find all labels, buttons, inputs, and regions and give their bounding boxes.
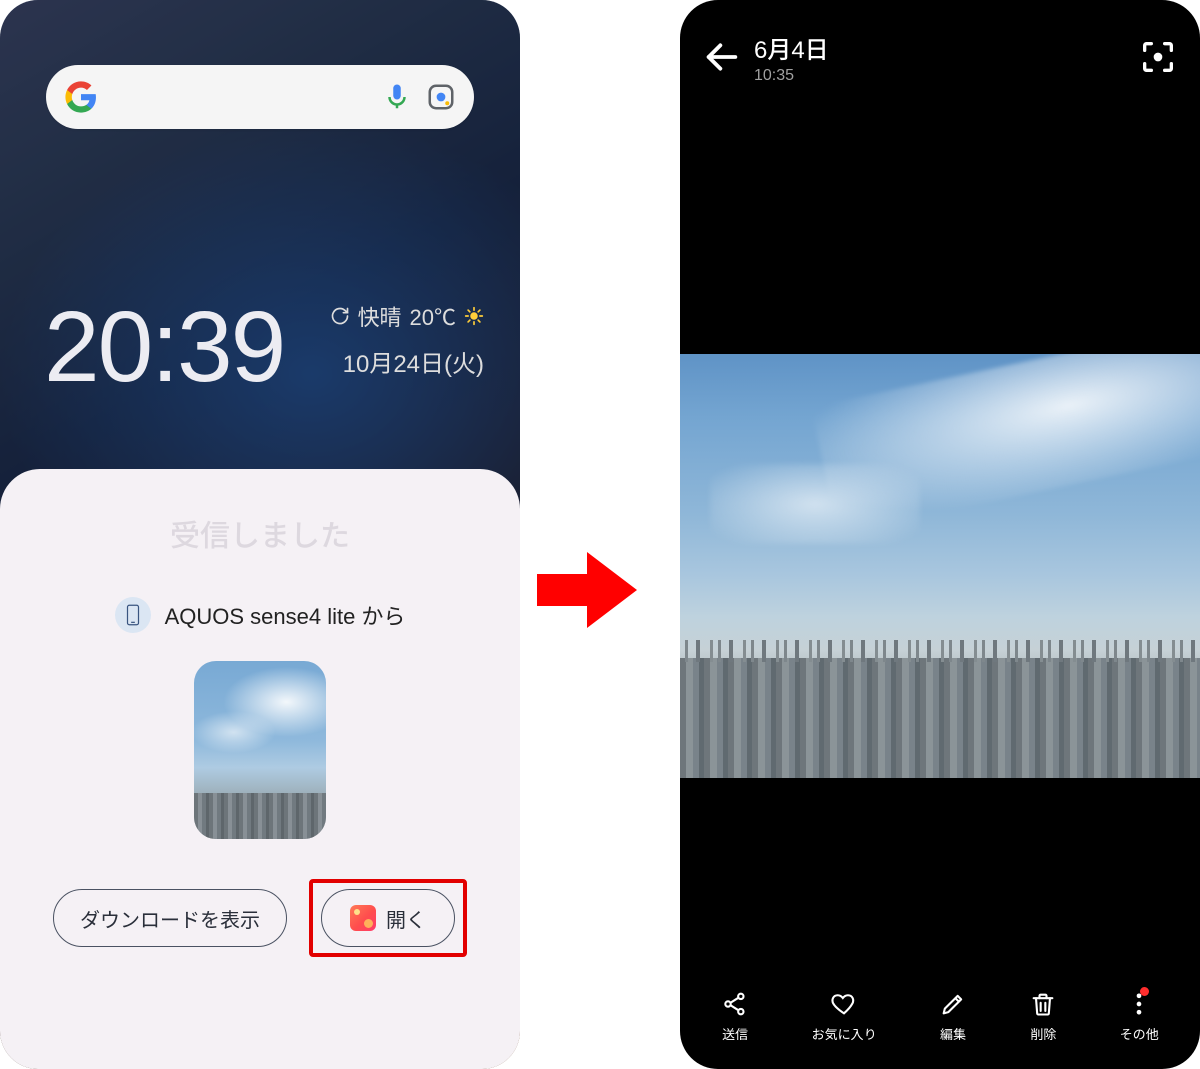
action-more[interactable]: その他 (1120, 990, 1159, 1043)
voice-search-icon[interactable] (382, 82, 412, 112)
gallery-app-icon (350, 905, 376, 931)
refresh-icon (330, 306, 350, 326)
open-button[interactable]: 開く (321, 889, 455, 947)
notification-dot (1140, 987, 1149, 996)
action-delete-label: 削除 (1030, 1024, 1056, 1043)
action-edit-label: 編集 (940, 1024, 966, 1043)
clock-time: 20:39 (44, 290, 284, 405)
google-logo-icon (64, 80, 98, 114)
received-image-thumbnail[interactable] (194, 661, 326, 839)
weather-label: 快晴 (358, 300, 402, 332)
phone-right-gallery-viewer: 6月4日 10:35 送信 お気に入り 編集 削除 その他 (680, 0, 1200, 1069)
action-more-label: その他 (1120, 1024, 1159, 1043)
highlight-open-button: 開く (309, 879, 467, 957)
transition-arrow (537, 548, 637, 632)
action-delete[interactable]: 削除 (1029, 990, 1057, 1043)
lens-scan-button[interactable] (1138, 37, 1178, 77)
weather-widget[interactable]: 快晴 20℃ 10月24日(火) (330, 300, 485, 379)
photo-cityscape (680, 658, 1200, 778)
show-downloads-button[interactable]: ダウンロードを表示 (53, 889, 287, 947)
device-icon (115, 597, 151, 633)
sheet-title: 受信しました (0, 511, 520, 555)
action-edit[interactable]: 編集 (939, 990, 967, 1043)
photo-date: 6月4日 (754, 30, 829, 65)
back-button[interactable] (702, 37, 742, 77)
viewer-bottom-bar: 送信 お気に入り 編集 削除 その他 (680, 981, 1200, 1051)
weather-temp: 20℃ (410, 300, 456, 332)
sender-row: AQUOS sense4 lite から (0, 597, 520, 633)
sender-device-label: AQUOS sense4 lite から (165, 599, 406, 631)
photo-time: 10:35 (754, 67, 829, 85)
action-favorite[interactable]: お気に入り (812, 990, 877, 1043)
google-search-bar[interactable] (46, 65, 474, 129)
action-send[interactable]: 送信 (721, 990, 749, 1043)
sun-icon (464, 306, 484, 326)
date-label: 10月24日(火) (330, 344, 485, 379)
open-button-label: 開く (386, 904, 426, 933)
photo-content[interactable] (680, 354, 1200, 778)
action-favorite-label: お気に入り (812, 1024, 877, 1043)
phone-left-homescreen: 20:39 快晴 20℃ 10月24日(火) 受信しました AQUOS sen (0, 0, 520, 1069)
google-lens-icon[interactable] (426, 82, 456, 112)
viewer-header: 6月4日 10:35 (680, 22, 1200, 92)
thumb-skyline (194, 793, 326, 839)
receive-bottom-sheet: 受信しました AQUOS sense4 lite から ダウンロードを表示 開く (0, 469, 520, 1069)
action-send-label: 送信 (722, 1024, 748, 1043)
